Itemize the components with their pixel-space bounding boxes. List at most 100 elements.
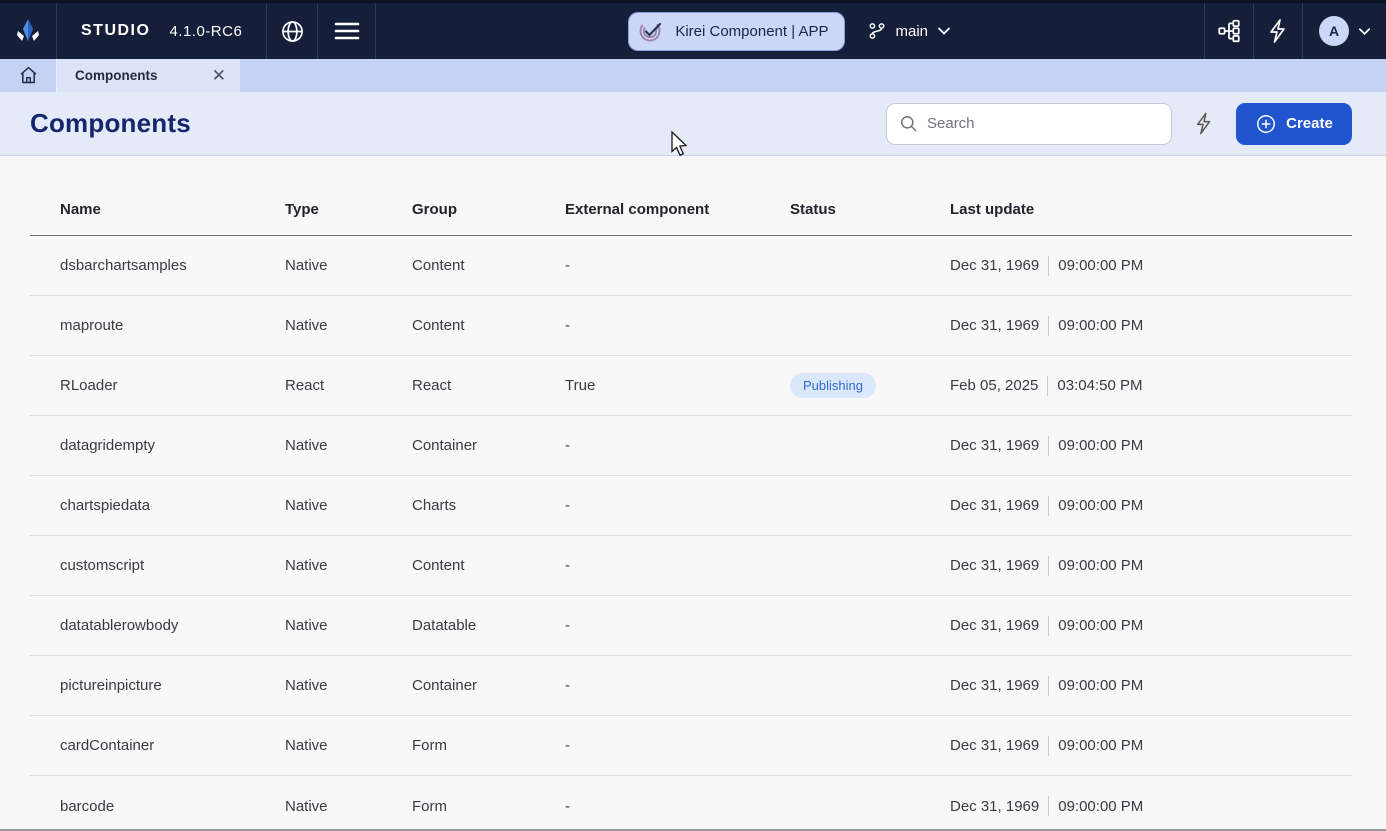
cell-external-component: - bbox=[565, 737, 570, 754]
cell-group: Charts bbox=[412, 497, 457, 514]
tab-label: Components bbox=[75, 68, 158, 83]
branch-selector[interactable]: main bbox=[867, 21, 952, 41]
cell-external-component: - bbox=[565, 797, 570, 815]
column-header-status: Status bbox=[790, 201, 836, 218]
app-selector-pill[interactable]: Kirei Component | APP bbox=[628, 11, 846, 51]
search-icon bbox=[899, 114, 918, 133]
table-row[interactable]: dsbarchartsamples Native Content - Dec 31, 1… bbox=[30, 236, 1352, 296]
tab-close-icon[interactable]: ✕ bbox=[210, 67, 228, 84]
main-menu-button[interactable] bbox=[318, 3, 377, 59]
table-row[interactable]: chartspiedata Native Charts - Dec 31, 1969 09… bbox=[30, 476, 1352, 536]
last-update-date: Dec 31, 1969 bbox=[950, 677, 1040, 694]
column-header-group: Group bbox=[412, 201, 457, 218]
search-input[interactable] bbox=[927, 115, 1159, 132]
language-globe-button[interactable] bbox=[267, 3, 319, 59]
quick-actions-button[interactable] bbox=[1253, 3, 1302, 59]
date-time-divider bbox=[1048, 315, 1050, 336]
table-row[interactable]: pictureinpicture Native Container - Dec 31, … bbox=[30, 656, 1352, 716]
cell-last-update: Dec 31, 1969 09:00:00 PM bbox=[950, 435, 1352, 456]
create-button-label: Create bbox=[1286, 115, 1333, 132]
cell-group: Container bbox=[412, 677, 478, 694]
cell-group: Form bbox=[412, 797, 447, 815]
cell-external-component: - bbox=[565, 677, 570, 694]
cell-group: Form bbox=[412, 737, 447, 754]
tab-bar: Components ✕ bbox=[0, 59, 1386, 92]
last-update-date: Dec 31, 1969 bbox=[950, 617, 1040, 634]
table-row[interactable]: datatablerowbody Native Datatable - Dec 31, … bbox=[30, 596, 1352, 656]
cell-type: Native bbox=[285, 317, 328, 334]
cell-name: chartspiedata bbox=[60, 497, 151, 514]
branch-chevron-down-icon bbox=[936, 23, 952, 39]
components-table: Name Type Group External component Statu… bbox=[30, 184, 1352, 831]
date-time-divider bbox=[1048, 435, 1050, 456]
search-box[interactable] bbox=[886, 102, 1172, 145]
table-body: dsbarchartsamples Native Content - Dec 31, 1… bbox=[30, 236, 1352, 831]
studio-logo-icon bbox=[14, 17, 42, 45]
brand-name: STUDIO bbox=[81, 22, 151, 39]
cell-group: Content bbox=[412, 557, 465, 574]
publish-flash-button[interactable] bbox=[1172, 111, 1236, 136]
date-time-divider bbox=[1048, 615, 1050, 636]
cell-name: RLoader bbox=[60, 377, 118, 394]
create-button[interactable]: Create bbox=[1236, 102, 1352, 145]
home-icon bbox=[18, 65, 39, 86]
cell-type: Native bbox=[285, 497, 328, 514]
date-time-divider bbox=[1048, 495, 1050, 516]
sitemap-button[interactable] bbox=[1204, 3, 1253, 59]
cell-last-update: Dec 31, 1969 09:00:00 PM bbox=[950, 675, 1352, 696]
last-update-time: 09:00:00 PM bbox=[1058, 497, 1144, 514]
status-badge: Publishing bbox=[790, 373, 876, 398]
cell-type: Native bbox=[285, 797, 328, 815]
page-header: Components Create bbox=[0, 92, 1386, 156]
cell-external-component: - bbox=[565, 317, 570, 334]
branch-label: main bbox=[895, 22, 928, 40]
last-update-date: Dec 31, 1969 bbox=[950, 557, 1040, 574]
table-row[interactable]: maproute Native Content - Dec 31, 1969 09:00:… bbox=[30, 296, 1352, 356]
cell-external-component: - bbox=[565, 557, 570, 574]
top-bar: STUDIO 4.1.0-RC6 Kirei Component | APP m… bbox=[0, 0, 1386, 59]
last-update-date: Dec 31, 1969 bbox=[950, 797, 1040, 815]
cell-group: Content bbox=[412, 257, 465, 274]
cell-type: Native bbox=[285, 677, 328, 694]
git-branch-icon bbox=[867, 21, 887, 41]
brand-version: 4.1.0-RC6 bbox=[169, 22, 243, 40]
last-update-time: 09:00:00 PM bbox=[1058, 437, 1144, 454]
cell-last-update: Dec 31, 1969 09:00:00 PM bbox=[950, 615, 1352, 636]
avatar: A bbox=[1319, 16, 1349, 46]
globe-icon bbox=[280, 19, 305, 44]
app-logo[interactable] bbox=[0, 3, 57, 59]
sitemap-icon bbox=[1216, 18, 1242, 44]
table-row[interactable]: cardContainer Native Form - Dec 31, 1969 09:0… bbox=[30, 716, 1352, 776]
flash-icon bbox=[1193, 111, 1215, 136]
table-header-row: Name Type Group External component Statu… bbox=[30, 184, 1352, 236]
home-tab-button[interactable] bbox=[0, 59, 57, 92]
cell-last-update: Dec 31, 1969 09:00:00 PM bbox=[950, 555, 1352, 576]
table-row[interactable]: datagridempty Native Container - Dec 31, 196… bbox=[30, 416, 1352, 476]
table-row[interactable]: RLoader React React True Publishing Feb 05, 2… bbox=[30, 356, 1352, 416]
table-row[interactable]: barcode Native Form - Dec 31, 1969 09:00:00 P… bbox=[30, 776, 1352, 831]
cell-type: Native bbox=[285, 257, 328, 274]
date-time-divider bbox=[1048, 675, 1050, 696]
user-menu[interactable]: A bbox=[1302, 3, 1386, 59]
cell-external-component: True bbox=[565, 377, 596, 394]
cell-name: barcode bbox=[60, 797, 115, 815]
last-update-time: 09:00:00 PM bbox=[1058, 617, 1144, 634]
user-chevron-down-icon bbox=[1357, 24, 1372, 39]
last-update-time: 09:00:00 PM bbox=[1058, 557, 1144, 574]
cell-status: Publishing bbox=[790, 373, 950, 398]
date-time-divider bbox=[1048, 796, 1050, 816]
kirei-app-icon bbox=[637, 17, 665, 45]
cell-last-update: Dec 31, 1969 09:00:00 PM bbox=[950, 315, 1352, 336]
column-header-type: Type bbox=[285, 201, 319, 218]
table-row[interactable]: customscript Native Content - Dec 31, 1969 09… bbox=[30, 536, 1352, 596]
date-time-divider bbox=[1048, 255, 1050, 276]
last-update-date: Dec 31, 1969 bbox=[950, 437, 1040, 454]
last-update-time: 09:00:00 PM bbox=[1058, 737, 1144, 754]
cell-last-update: Feb 05, 2025 03:04:50 PM bbox=[950, 375, 1352, 396]
topbar-right: A bbox=[1204, 3, 1386, 59]
cell-name: pictureinpicture bbox=[60, 677, 162, 694]
date-time-divider bbox=[1048, 555, 1050, 576]
last-update-date: Dec 31, 1969 bbox=[950, 497, 1040, 514]
tab-components[interactable]: Components ✕ bbox=[57, 59, 240, 92]
brand-title: STUDIO 4.1.0-RC6 bbox=[57, 3, 268, 59]
